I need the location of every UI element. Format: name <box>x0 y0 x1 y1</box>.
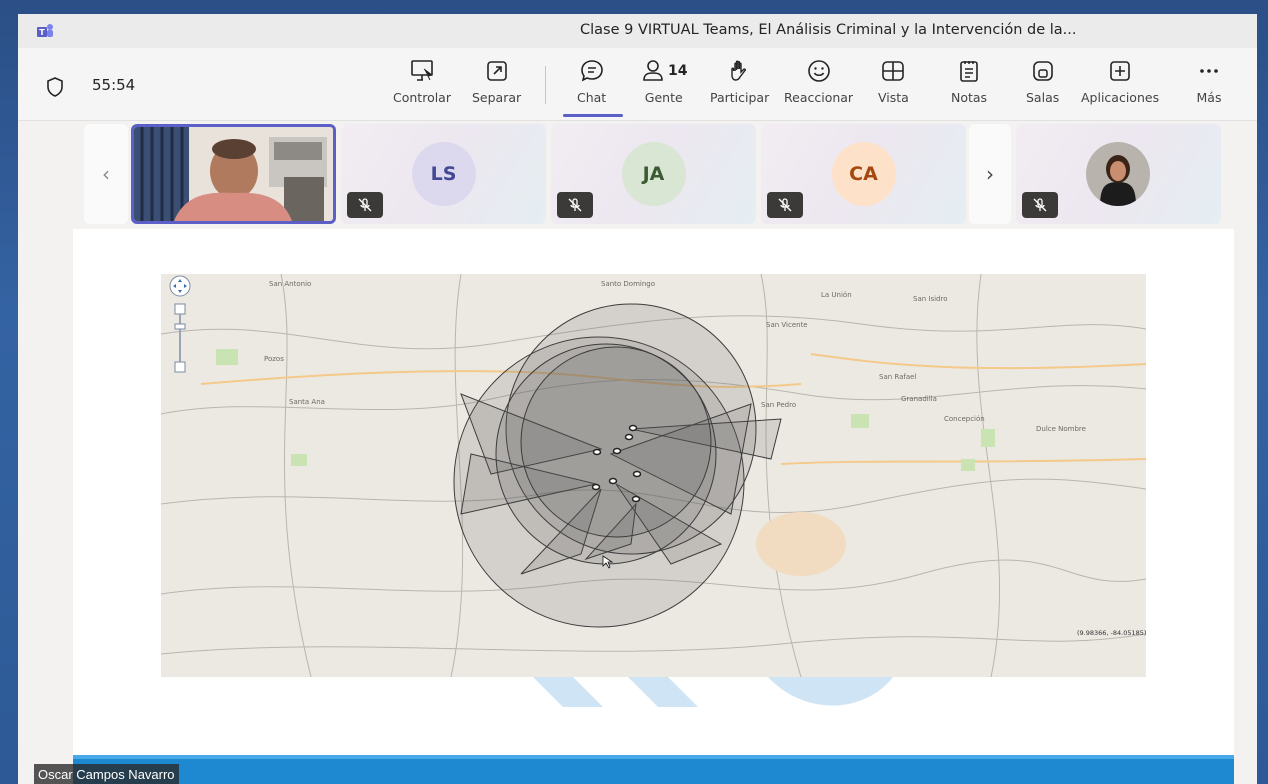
chat-label: Chat <box>577 90 607 105</box>
participant-strip: ‹ LS JA CA › <box>84 124 1224 224</box>
map-label: San Antonio <box>269 280 311 288</box>
shield-icon[interactable] <box>45 76 65 98</box>
gente-label: Gente <box>644 90 683 105</box>
meeting-toolbar: 55:54 Controlar Separar Chat 14 Gente Pa… <box>18 48 1257 121</box>
vista-button[interactable]: Vista <box>878 58 909 114</box>
map-label: San Pedro <box>761 401 796 409</box>
breakout-rooms-icon <box>1032 61 1053 81</box>
salas-button[interactable]: Salas <box>1026 58 1059 114</box>
meeting-timer: 55:54 <box>92 76 136 94</box>
avatar-initials: LS <box>430 163 457 185</box>
avatar-initials: JA <box>642 163 665 185</box>
people-count: 14 <box>668 63 688 79</box>
map-label: Dulce Nombre <box>1036 425 1086 433</box>
people-icon <box>643 60 663 81</box>
controlar-label: Controlar <box>393 90 451 105</box>
chat-icon <box>580 60 603 82</box>
window-title: Clase 9 VIRTUAL Teams, El Análisis Crimi… <box>580 22 1077 38</box>
title-bar: T Clase 9 VIRTUAL Teams, El Análisis Cri… <box>18 14 1257 48</box>
participant-tile-ls[interactable]: LS <box>341 124 546 224</box>
separar-button[interactable]: Separar <box>472 58 521 114</box>
teams-window: T Clase 9 VIRTUAL Teams, El Análisis Cri… <box>18 14 1257 784</box>
mas-button[interactable]: Más <box>1196 58 1222 114</box>
chevron-right-icon: › <box>986 162 994 186</box>
slide-decoration <box>533 677 893 707</box>
muted-mic-icon <box>1022 192 1058 218</box>
presenter-name-tag: Oscar Campos Navarro <box>34 764 179 784</box>
map-canvas: Santo Domingo San Vicente San Pedro San … <box>161 274 1146 677</box>
participar-button[interactable]: Participar <box>710 58 769 114</box>
notes-icon <box>960 61 978 82</box>
participant-tile-ca[interactable]: CA <box>761 124 966 224</box>
map-label: Pozos <box>264 355 284 363</box>
avatar-initials: CA <box>849 163 878 185</box>
aplicaciones-label: Aplicaciones <box>1081 90 1160 105</box>
notas-label: Notas <box>951 90 988 105</box>
chat-active-indicator <box>563 114 623 117</box>
aplicaciones-button[interactable]: Aplicaciones <box>1081 58 1159 114</box>
mas-label: Más <box>1196 90 1222 105</box>
map-coordinates: (9.98366, -84.05185) <box>1077 629 1146 637</box>
strip-next-button[interactable]: › <box>969 124 1011 224</box>
shared-content-stage: Santo Domingo San Vicente San Pedro San … <box>73 229 1234 784</box>
avatar: JA <box>621 142 686 206</box>
muted-mic-icon <box>557 192 593 218</box>
vista-label: Vista <box>878 90 909 105</box>
participar-label: Participar <box>710 90 770 105</box>
chat-button[interactable]: Chat <box>577 58 606 114</box>
map-label: La Unión <box>821 291 852 299</box>
salas-label: Salas <box>1026 90 1060 105</box>
svg-text:T: T <box>39 28 45 37</box>
chevron-left-icon: ‹ <box>102 162 110 186</box>
map-label: San Rafael <box>879 373 916 381</box>
presenter-video-feed <box>134 127 333 221</box>
map-label: Concepción <box>944 415 985 423</box>
participant-tile-photo[interactable] <box>1016 124 1221 224</box>
participant-tile-video[interactable] <box>131 124 336 224</box>
map-label: San Vicente <box>766 321 808 329</box>
more-options-icon <box>1200 69 1218 73</box>
map-pan-control[interactable] <box>169 275 191 297</box>
reaccionar-button[interactable]: Reaccionar <box>784 58 853 114</box>
map-label: Granadilla <box>901 395 937 403</box>
avatar: LS <box>411 142 476 206</box>
avatar: CA <box>831 142 896 206</box>
map-label: San Isidro <box>913 295 948 303</box>
gente-button[interactable]: 14 Gente <box>640 58 687 114</box>
controlar-button[interactable]: Controlar <box>393 58 451 114</box>
participant-tile-ja[interactable]: JA <box>551 124 756 224</box>
teams-logo-icon: T <box>37 24 53 37</box>
muted-mic-icon <box>347 192 383 218</box>
raise-hand-icon <box>730 60 746 81</box>
muted-mic-icon <box>767 192 803 218</box>
toolbar-divider <box>545 66 546 104</box>
map-label: Santo Domingo <box>601 280 655 288</box>
pop-out-icon <box>486 61 507 81</box>
grid-view-icon <box>882 61 905 81</box>
slide-footer-bar <box>73 755 1234 784</box>
strip-prev-button[interactable]: ‹ <box>84 124 128 224</box>
take-control-icon <box>411 60 434 81</box>
separar-label: Separar <box>472 90 522 105</box>
reaccionar-label: Reaccionar <box>784 90 854 105</box>
notas-button[interactable]: Notas <box>951 58 987 114</box>
smiley-icon <box>807 60 830 82</box>
add-apps-icon <box>1110 61 1130 81</box>
avatar <box>1086 142 1150 206</box>
map-label: Santa Ana <box>289 398 325 406</box>
shared-map[interactable]: Santo Domingo San Vicente San Pedro San … <box>161 274 1146 677</box>
